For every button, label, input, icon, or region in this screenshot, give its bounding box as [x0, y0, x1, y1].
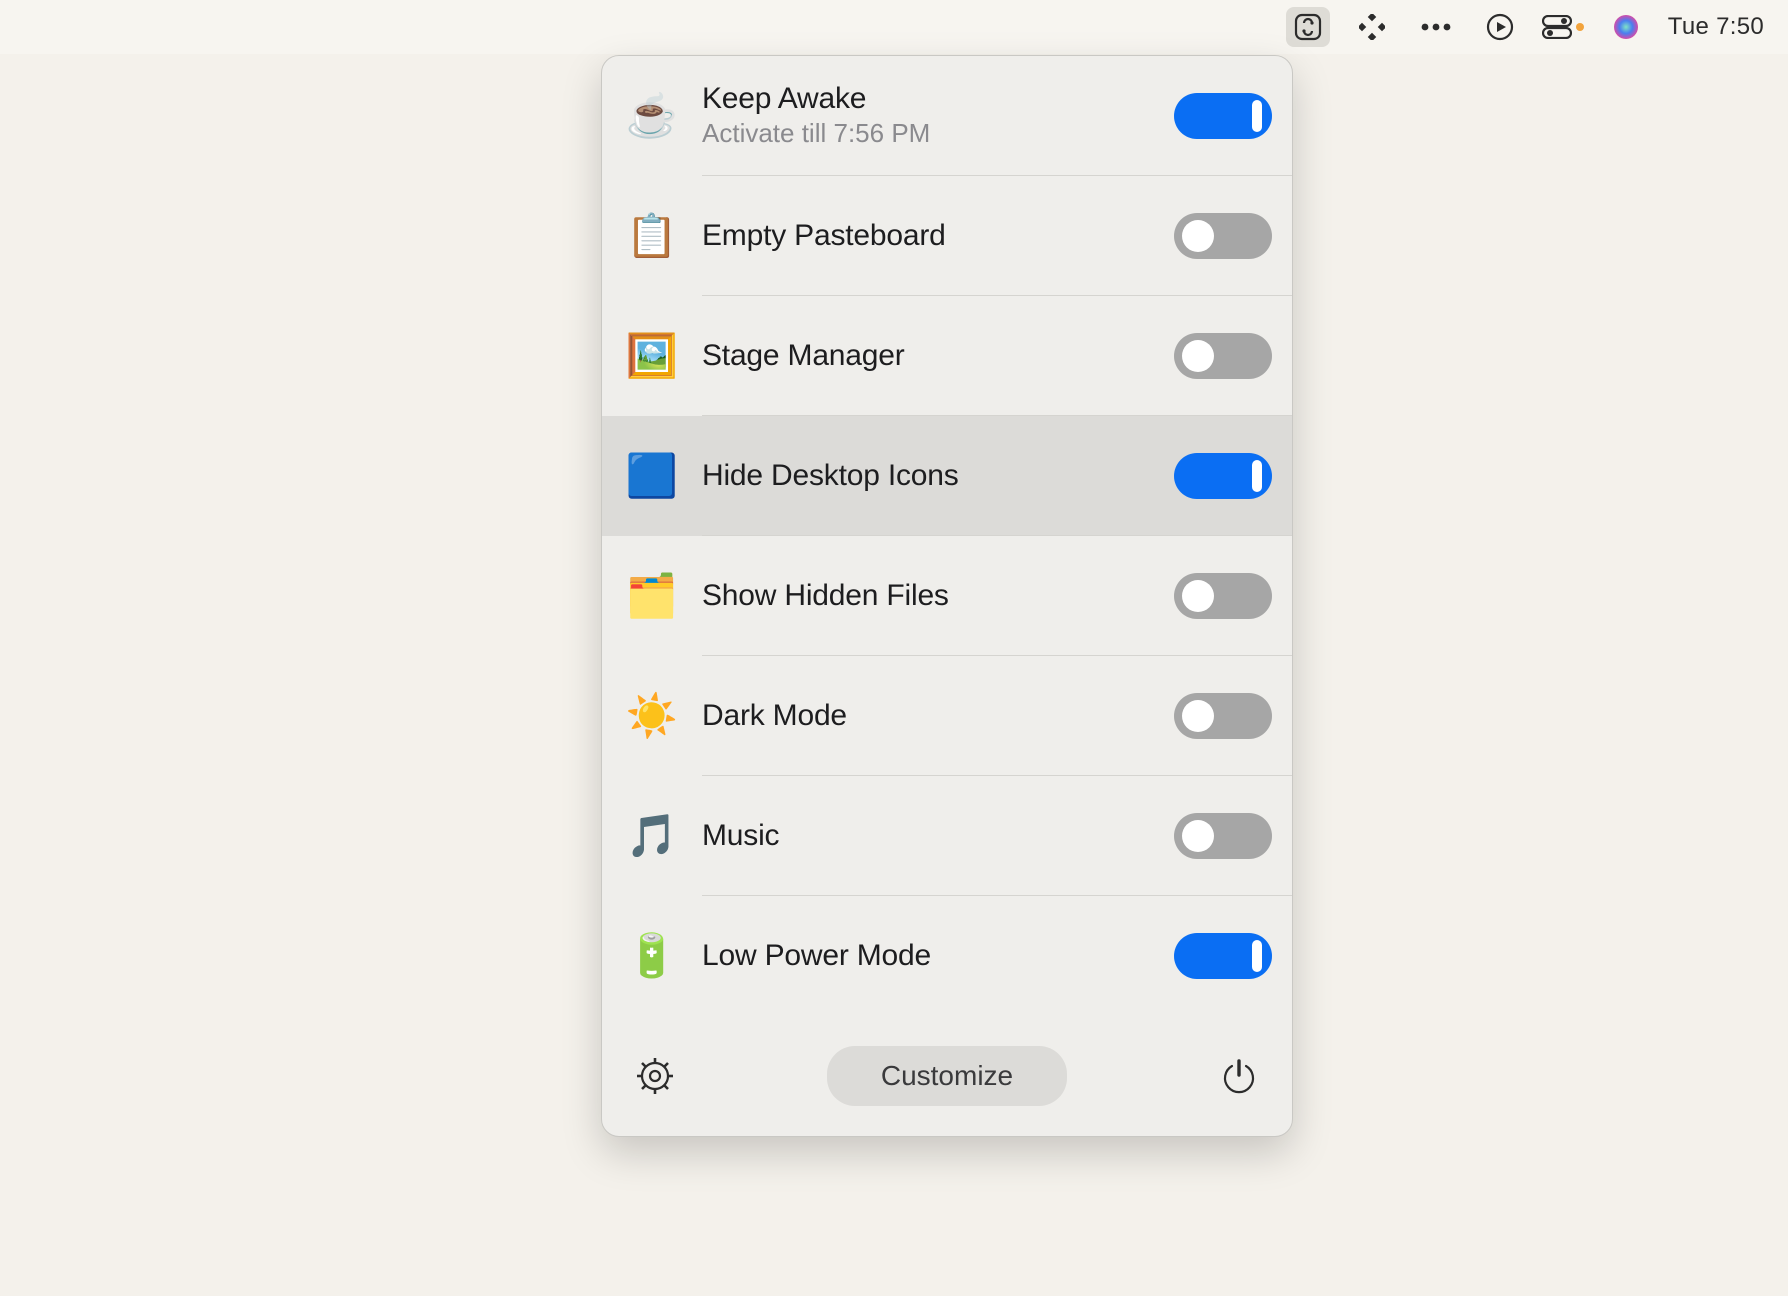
menubar-control-center-icon[interactable]	[1542, 7, 1584, 47]
show-hidden-files-title: Show Hidden Files	[702, 579, 949, 613]
keep-awake-icon: ☕	[602, 56, 702, 176]
low-power-mode-title: Low Power Mode	[702, 939, 931, 973]
show-hidden-files-icon: 🗂️	[602, 536, 702, 656]
row-keep-awake[interactable]: ☕Keep AwakeActivate till 7:56 PM	[602, 56, 1292, 176]
dark-mode-toggle[interactable]	[1174, 693, 1272, 739]
row-hide-desktop-icons[interactable]: 🟦Hide Desktop Icons	[602, 416, 1292, 536]
menubar-ellipsis-icon[interactable]	[1414, 7, 1458, 47]
low-power-mode-toggle[interactable]	[1174, 933, 1272, 979]
dark-mode-icon: ☀️	[602, 656, 702, 776]
stage-manager-toggle[interactable]	[1174, 333, 1272, 379]
menubar-status-dot	[1576, 23, 1584, 31]
row-low-power-mode[interactable]: 🔋Low Power Mode	[602, 896, 1292, 1016]
dark-mode-body: Dark Mode	[702, 656, 1292, 776]
music-toggle[interactable]	[1174, 813, 1272, 859]
music-title: Music	[702, 819, 779, 853]
keep-awake-body: Keep AwakeActivate till 7:56 PM	[702, 56, 1292, 176]
menubar-clock[interactable]: Tue 7:50	[1668, 13, 1764, 41]
power-icon[interactable]	[1214, 1051, 1264, 1101]
menubar: Tue 7:50	[0, 0, 1788, 54]
low-power-mode-body: Low Power Mode	[702, 896, 1292, 1016]
menubar-siri-icon[interactable]	[1604, 7, 1648, 47]
stage-manager-title: Stage Manager	[702, 339, 905, 373]
empty-pasteboard-title: Empty Pasteboard	[702, 219, 946, 253]
show-hidden-files-body: Show Hidden Files	[702, 536, 1292, 656]
panel-footer: Customize	[602, 1016, 1292, 1136]
customize-button[interactable]: Customize	[827, 1046, 1067, 1106]
keep-awake-subtitle: Activate till 7:56 PM	[702, 118, 930, 149]
stage-manager-body: Stage Manager	[702, 296, 1292, 416]
row-show-hidden-files[interactable]: 🗂️Show Hidden Files	[602, 536, 1292, 656]
music-body: Music	[702, 776, 1292, 896]
row-music[interactable]: 🎵Music	[602, 776, 1292, 896]
hide-desktop-icons-title: Hide Desktop Icons	[702, 459, 959, 493]
empty-pasteboard-body: Empty Pasteboard	[702, 176, 1292, 296]
control-panel: ☕Keep AwakeActivate till 7:56 PM📋Empty P…	[601, 55, 1293, 1137]
row-empty-pasteboard[interactable]: 📋Empty Pasteboard	[602, 176, 1292, 296]
show-hidden-files-toggle[interactable]	[1174, 573, 1272, 619]
menubar-diamond-icon[interactable]	[1350, 7, 1394, 47]
music-icon: 🎵	[602, 776, 702, 896]
menubar-play-icon[interactable]	[1478, 7, 1522, 47]
dark-mode-title: Dark Mode	[702, 699, 847, 733]
stage-manager-icon: 🖼️	[602, 296, 702, 416]
settings-gear-icon[interactable]	[630, 1051, 680, 1101]
empty-pasteboard-icon: 📋	[602, 176, 702, 296]
hide-desktop-icons-toggle[interactable]	[1174, 453, 1272, 499]
hide-desktop-icons-body: Hide Desktop Icons	[702, 416, 1292, 536]
row-dark-mode[interactable]: ☀️Dark Mode	[602, 656, 1292, 776]
hide-desktop-icons-icon: 🟦	[602, 416, 702, 536]
keep-awake-toggle[interactable]	[1174, 93, 1272, 139]
row-stage-manager[interactable]: 🖼️Stage Manager	[602, 296, 1292, 416]
menubar-app-icon[interactable]	[1286, 7, 1330, 47]
low-power-mode-icon: 🔋	[602, 896, 702, 1016]
keep-awake-title: Keep Awake	[702, 82, 930, 116]
empty-pasteboard-toggle[interactable]	[1174, 213, 1272, 259]
